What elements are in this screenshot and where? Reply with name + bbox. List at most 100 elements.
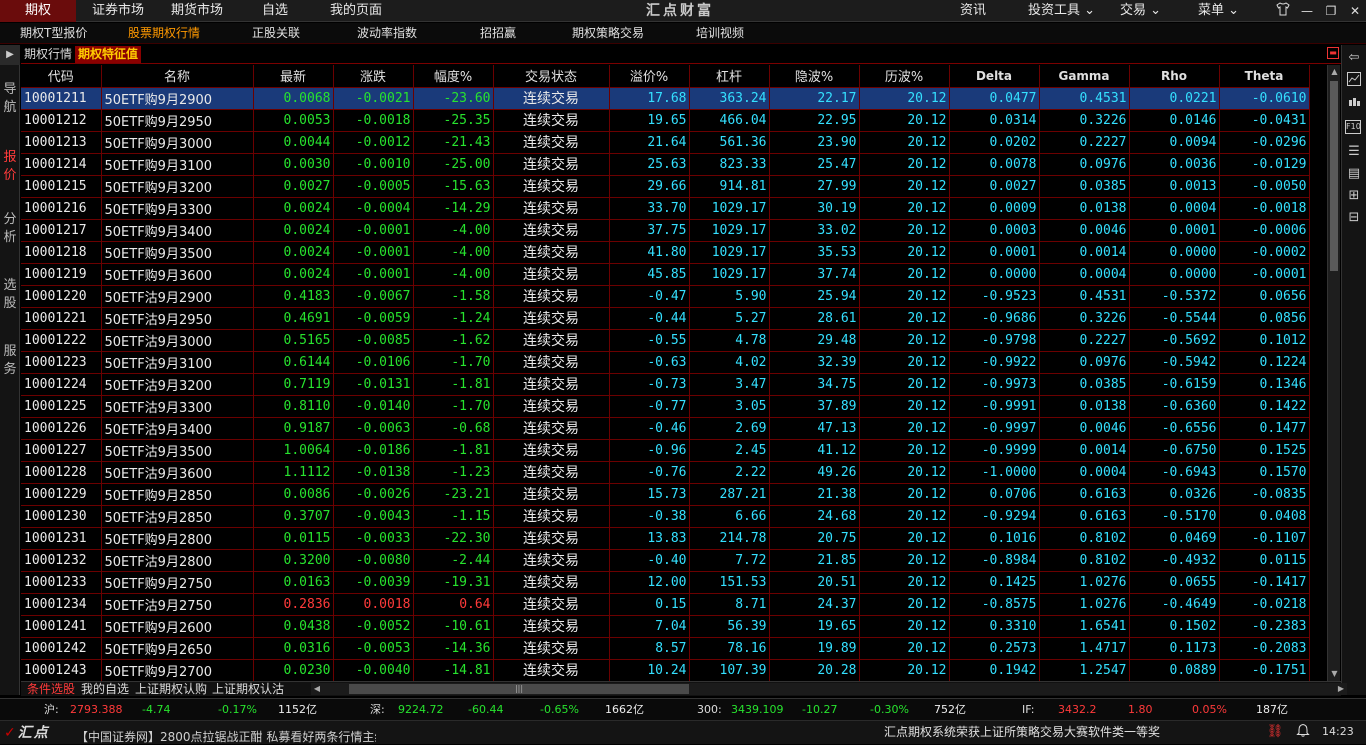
candlestick-icon[interactable]	[1345, 95, 1363, 113]
table-row[interactable]: 10001232 50ETF沽9月2800 0.3200 -0.0080 -2.44 连续…	[21, 549, 1310, 572]
bottom-tab-sse-put[interactable]: 上证期权认沽	[212, 682, 284, 697]
table-cell: 0.1477	[1219, 417, 1310, 440]
tab-option-quotes[interactable]: 期权行情	[21, 46, 75, 63]
table-row[interactable]: 10001215 50ETF购9月3200 0.0027 -0.0005 -15.63 连…	[21, 175, 1310, 198]
zoom-in-icon[interactable]: ⊞	[1345, 187, 1363, 205]
table-row[interactable]: 10001229 50ETF购9月2850 0.0086 -0.0026 -23.21 连…	[21, 483, 1310, 506]
column-header[interactable]: Theta	[1219, 65, 1310, 88]
table-row[interactable]: 10001234 50ETF沽9月2750 0.2836 0.0018 0.64 连续交易…	[21, 593, 1310, 616]
column-header[interactable]: Rho	[1129, 65, 1220, 88]
table-row[interactable]: 10001227 50ETF沽9月3500 1.0064 -0.0186 -1.81 连续…	[21, 439, 1310, 462]
sub-nav-t-quote[interactable]: 期权T型报价	[20, 23, 87, 44]
side-tab-services[interactable]: 服务	[0, 341, 20, 379]
document-icon[interactable]: ▤	[1345, 165, 1363, 183]
side-tab-quotes[interactable]: 报价	[0, 147, 20, 185]
trade-menu[interactable]: 交易 ⌄	[1120, 0, 1161, 22]
table-row[interactable]: 10001219 50ETF购9月3600 0.0024 -0.0001 -4.00 连续…	[21, 263, 1310, 286]
bottom-tab-sse-call[interactable]: 上证期权认购	[135, 682, 207, 697]
horizontal-scrollbar[interactable]: ◀ ||| ▶	[311, 683, 1347, 695]
table-row[interactable]: 10001226 50ETF沽9月3400 0.9187 -0.0063 -0.68 连续…	[21, 417, 1310, 440]
link-icon[interactable]: ⛓	[1266, 723, 1284, 741]
scroll-thumb[interactable]	[1330, 81, 1338, 271]
column-header[interactable]: Delta	[949, 65, 1040, 88]
tools-menu[interactable]: 投资工具 ⌄	[1028, 0, 1095, 22]
table-row[interactable]: 10001243 50ETF购9月2700 0.0230 -0.0040 -14.81 连…	[21, 659, 1310, 681]
table-row[interactable]: 10001212 50ETF购9月2950 0.0053 -0.0018 -25.35 连…	[21, 109, 1310, 132]
sub-nav-underlying[interactable]: 正股关联	[252, 23, 300, 44]
column-header[interactable]: 杠杆	[689, 65, 770, 88]
table-row[interactable]: 10001218 50ETF购9月3500 0.0024 -0.0001 -4.00 连续…	[21, 241, 1310, 264]
table-cell: 1.1112	[253, 461, 334, 484]
restore-icon[interactable]: ❐	[1322, 2, 1340, 20]
column-header[interactable]: 交易状态	[493, 65, 610, 88]
horizontal-scroll-thumb[interactable]: |||	[349, 684, 689, 694]
promo-text[interactable]: 汇点期权系统荣获上证所策略交易大赛软件类一等奖	[884, 721, 1160, 743]
vertical-scrollbar[interactable]: ▲ ▼	[1327, 65, 1340, 681]
column-header[interactable]: 代码	[21, 65, 102, 88]
column-header[interactable]: 隐波%	[769, 65, 860, 88]
table-cell: 561.36	[689, 131, 770, 154]
table-row[interactable]: 10001231 50ETF购9月2800 0.0115 -0.0033 -22.30 连…	[21, 527, 1310, 550]
expand-arrow-icon[interactable]: ▶	[0, 45, 20, 65]
column-header[interactable]: 溢价%	[609, 65, 690, 88]
close-panel-icon[interactable]: ▬	[1327, 47, 1339, 59]
bottom-tab-stock-screen[interactable]: 条件选股	[27, 682, 75, 697]
sub-nav-training-video[interactable]: 培训视频	[696, 23, 744, 44]
table-row[interactable]: 10001233 50ETF购9月2750 0.0163 -0.0039 -19.31 连…	[21, 571, 1310, 594]
table-row[interactable]: 10001224 50ETF沽9月3200 0.7119 -0.0131 -1.81 连续…	[21, 373, 1310, 396]
table-cell: 0.0046	[1039, 417, 1130, 440]
side-tab-navigation[interactable]: 导航	[0, 79, 20, 117]
side-tab-analysis[interactable]: 分析	[0, 209, 20, 247]
column-header[interactable]: 涨跌	[333, 65, 414, 88]
top-nav-my-page[interactable]: 我的页面	[330, 0, 382, 22]
line-chart-icon[interactable]	[1345, 72, 1363, 90]
table-row[interactable]: 10001214 50ETF购9月3100 0.0030 -0.0010 -25.00 连…	[21, 153, 1310, 176]
bottom-tab-my-watchlist[interactable]: 我的自选	[81, 682, 129, 697]
scroll-down-icon[interactable]: ▼	[1328, 667, 1341, 681]
top-nav-options[interactable]: 期权	[0, 0, 76, 22]
tab-option-greeks[interactable]: 期权特征值	[75, 46, 142, 63]
close-icon[interactable]: ✕	[1346, 2, 1364, 20]
column-header[interactable]: 历波%	[859, 65, 950, 88]
sub-nav-strategy-trading[interactable]: 期权策略交易	[572, 23, 644, 44]
table-row[interactable]: 10001220 50ETF沽9月2900 0.4183 -0.0067 -1.58 连续…	[21, 285, 1310, 308]
top-nav-securities[interactable]: 证券市场	[92, 0, 144, 22]
table-row[interactable]: 10001241 50ETF购9月2600 0.0438 -0.0052 -10.61 连…	[21, 615, 1310, 638]
column-header[interactable]: 最新	[253, 65, 334, 88]
sub-nav-stock-options[interactable]: 股票期权行情	[128, 23, 200, 44]
table-row[interactable]: 10001223 50ETF沽9月3100 0.6144 -0.0106 -1.70 连续…	[21, 351, 1310, 374]
scroll-left-icon[interactable]: ◀	[311, 683, 323, 695]
top-nav-watchlist[interactable]: 自选	[262, 0, 288, 22]
news-ticker[interactable]: 【中国证券网】2800点拉锯战正酣 私募看好两条行情主线	[76, 729, 376, 745]
f10-icon[interactable]: F10	[1345, 120, 1361, 134]
column-header[interactable]: 名称	[101, 65, 254, 88]
bell-icon[interactable]	[1294, 723, 1312, 741]
table-row[interactable]: 10001228 50ETF沽9月3600 1.1112 -0.0138 -1.23 连续…	[21, 461, 1310, 484]
table-row[interactable]: 10001216 50ETF购9月3300 0.0024 -0.0004 -14.29 连…	[21, 197, 1310, 220]
table-row[interactable]: 10001213 50ETF购9月3000 0.0044 -0.0012 -21.43 连…	[21, 131, 1310, 154]
table-cell: 5.90	[689, 285, 770, 308]
column-header[interactable]: Gamma	[1039, 65, 1130, 88]
table-row[interactable]: 10001211 50ETF购9月2900 0.0068 -0.0021 -23.60 连…	[21, 87, 1310, 110]
sub-nav-volatility-index[interactable]: 波动率指数	[357, 23, 417, 44]
table-row[interactable]: 10001230 50ETF沽9月2850 0.3707 -0.0043 -1.15 连续…	[21, 505, 1310, 528]
table-row[interactable]: 10001222 50ETF沽9月3000 0.5165 -0.0085 -1.62 连续…	[21, 329, 1310, 352]
scroll-right-icon[interactable]: ▶	[1335, 683, 1347, 695]
table-row[interactable]: 10001217 50ETF购9月3400 0.0024 -0.0001 -4.00 连续…	[21, 219, 1310, 242]
list-icon[interactable]: ☰	[1345, 143, 1363, 161]
table-row[interactable]: 10001225 50ETF沽9月3300 0.8110 -0.0140 -1.70 连续…	[21, 395, 1310, 418]
side-tab-stock-picking[interactable]: 选股	[0, 275, 20, 313]
table-cell: -0.0001	[333, 263, 414, 286]
back-arrow-icon[interactable]: ⇦	[1345, 49, 1363, 67]
table-row[interactable]: 10001221 50ETF沽9月2950 0.4691 -0.0059 -1.24 连续…	[21, 307, 1310, 330]
scroll-up-icon[interactable]: ▲	[1328, 65, 1341, 79]
main-menu[interactable]: 菜单 ⌄	[1198, 0, 1239, 22]
sub-nav-zhaozhaoying[interactable]: 招招赢	[480, 23, 516, 44]
top-nav-futures[interactable]: 期货市场	[171, 0, 223, 22]
minimize-icon[interactable]: —	[1298, 2, 1316, 20]
zoom-out-icon[interactable]: ⊟	[1345, 209, 1363, 227]
skin-icon[interactable]	[1274, 2, 1292, 20]
table-row[interactable]: 10001242 50ETF购9月2650 0.0316 -0.0053 -14.36 连…	[21, 637, 1310, 660]
column-header[interactable]: 幅度%	[413, 65, 494, 88]
info-menu[interactable]: 资讯	[960, 0, 986, 22]
